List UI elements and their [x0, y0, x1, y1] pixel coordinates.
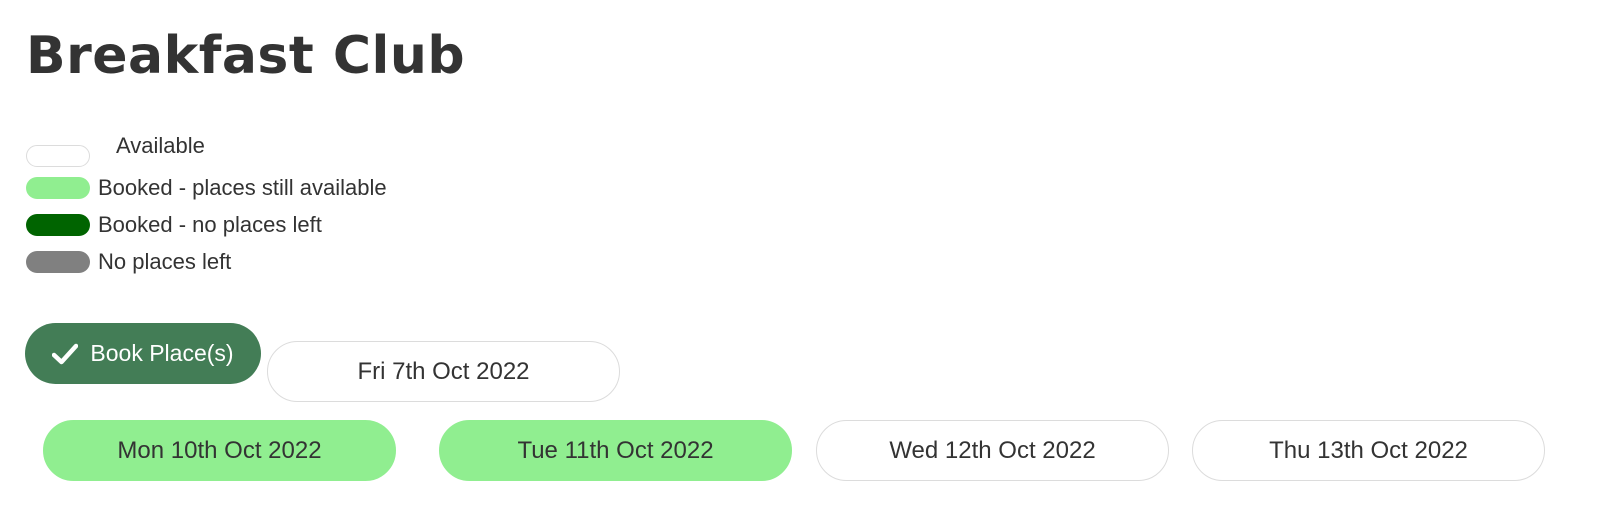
swatch-booked-no-places [26, 214, 90, 236]
swatch-booked-places-available [26, 177, 90, 199]
day-label: Mon 10th Oct 2022 [117, 436, 322, 464]
day-label: Tue 11th Oct 2022 [517, 436, 714, 464]
day-label: Fri 7th Oct 2022 [357, 357, 530, 385]
swatch-available [26, 145, 90, 167]
day-fri-7-oct-2022[interactable]: Fri 7th Oct 2022 [267, 341, 620, 402]
book-places-button[interactable]: Book Place(s) [25, 323, 261, 384]
page-title: Breakfast Club [26, 26, 466, 86]
day-mon-10-oct-2022[interactable]: Mon 10th Oct 2022 [43, 420, 396, 481]
swatch-no-places [26, 251, 90, 273]
legend-label-no-places: No places left [98, 249, 232, 274]
day-wed-12-oct-2022[interactable]: Wed 12th Oct 2022 [816, 420, 1169, 481]
check-icon [52, 343, 79, 365]
day-label: Thu 13th Oct 2022 [1269, 436, 1468, 464]
book-places-label: Book Place(s) [90, 340, 234, 366]
legend-label-booked-places-available: Booked - places still available [98, 175, 387, 200]
day-label: Wed 12th Oct 2022 [889, 436, 1096, 464]
day-thu-13-oct-2022[interactable]: Thu 13th Oct 2022 [1192, 420, 1545, 481]
day-tue-11-oct-2022[interactable]: Tue 11th Oct 2022 [439, 420, 792, 481]
legend-label-booked-no-places: Booked - no places left [98, 212, 322, 237]
legend-label-available: Available [116, 133, 205, 158]
